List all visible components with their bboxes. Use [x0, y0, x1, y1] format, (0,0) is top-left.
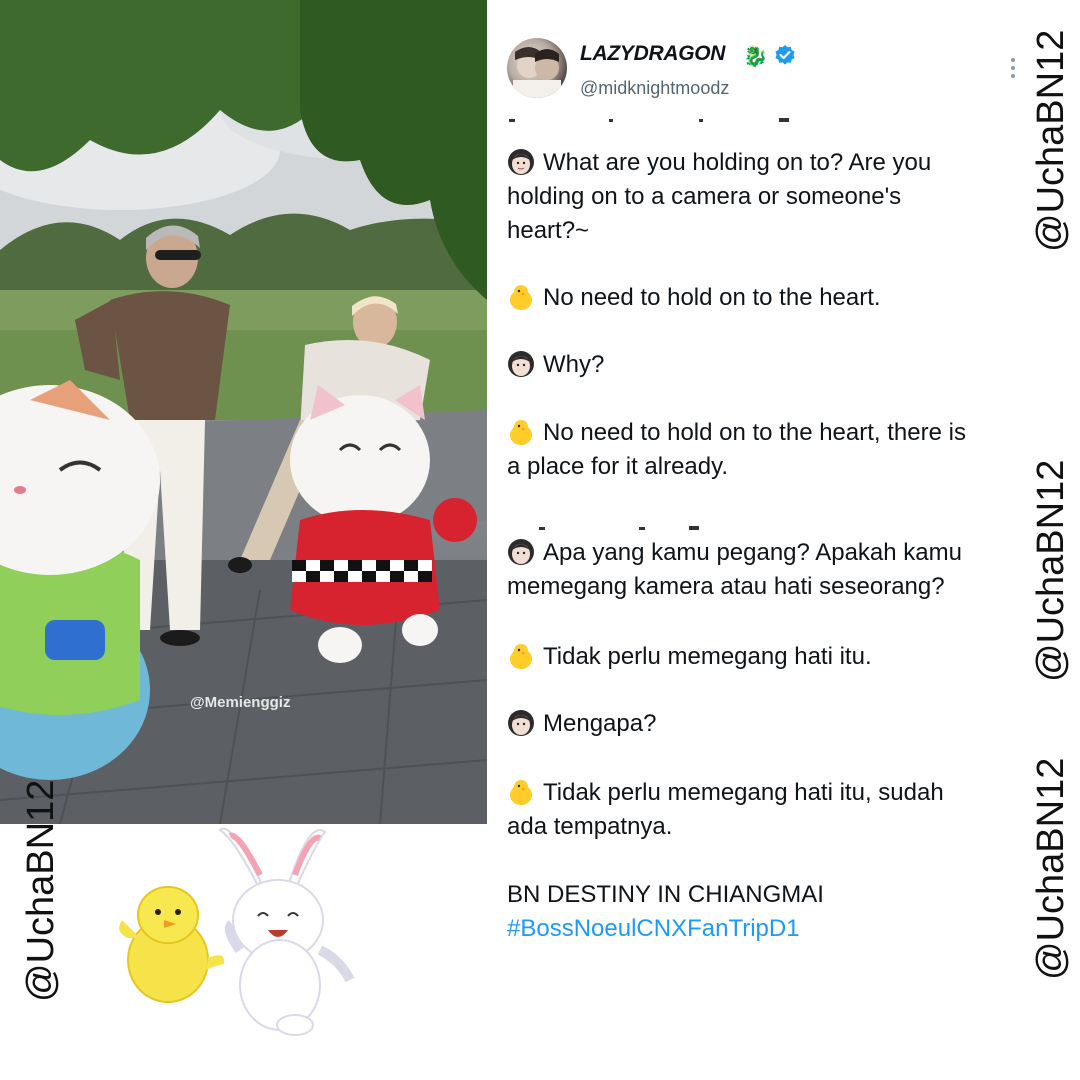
- cropped-text-remnant: [509, 118, 789, 122]
- photo-credit-watermark: @Memienggiz: [190, 694, 291, 711]
- woman-emoji-icon: [508, 539, 534, 565]
- chick-emoji-icon: [510, 780, 532, 805]
- tweet-text: Tidak perlu memegang hati itu.: [543, 643, 872, 670]
- woman-emoji-icon: [508, 149, 534, 175]
- tweet-line-1: What are you holding on to? Are you: [507, 146, 1067, 180]
- tweet-line-13: ada tempatnya.: [507, 810, 1067, 844]
- tweet-text: memegang kamera atau hati seseorang?: [507, 573, 945, 600]
- dragon-icon: 🐉: [743, 44, 768, 68]
- stickers: [119, 827, 355, 1036]
- tweet-line-14: BN DESTINY IN CHIANGMAI: [507, 878, 1067, 912]
- tweet-text: Mengapa?: [543, 710, 657, 737]
- tweet-line-2: holding on to a camera or someone's: [507, 180, 1067, 214]
- tweet-text: No need to hold on to the heart.: [543, 284, 881, 311]
- watermark: @UchaBN12: [1030, 459, 1072, 682]
- chick-emoji-icon: [510, 285, 532, 310]
- watermark: @UchaBN12: [20, 779, 62, 1002]
- bunny-sticker: [218, 827, 355, 1036]
- avatar[interactable]: [507, 38, 567, 98]
- chick-emoji-icon: [510, 644, 532, 669]
- display-name[interactable]: LAZYDRAGON: [580, 42, 725, 66]
- tweet-text: holding on to a camera or someone's: [507, 183, 902, 210]
- tweet-text: heart?~: [507, 217, 590, 244]
- tweet-line-9: memegang kamera atau hati seseorang?: [507, 570, 1067, 604]
- tweet-line-6: No need to hold on to the heart, there i…: [507, 416, 1067, 450]
- tweet-line-8: Apa yang kamu pegang? Apakah kamu: [507, 536, 1067, 570]
- tweet-line-7: a place for it already.: [507, 450, 1067, 484]
- tweet-photo[interactable]: @Memienggiz: [0, 0, 487, 824]
- chick-sticker: [119, 886, 225, 1003]
- hashtag-link[interactable]: #BossNoeulCNXFanTripD1: [507, 912, 1067, 946]
- cropped-text-remnant: [539, 526, 699, 530]
- tweet-text: BN DESTINY IN CHIANGMAI: [507, 881, 824, 908]
- tweet-text: ada tempatnya.: [507, 813, 673, 840]
- tweet-text: Tidak perlu memegang hati itu, sudah: [543, 779, 944, 806]
- tweet-card: LAZYDRAGON 🐉 @midknightmoodz What are yo…: [487, 0, 1080, 1080]
- watermark: @UchaBN12: [1030, 29, 1072, 252]
- watermark: @UchaBN12: [1030, 757, 1072, 980]
- woman-emoji-icon: [508, 351, 534, 377]
- tweet-text: What are you holding on to? Are you: [543, 149, 932, 176]
- more-options-icon[interactable]: [1005, 58, 1021, 82]
- tweet-line-11: Mengapa?: [507, 707, 1067, 741]
- user-handle[interactable]: @midknightmoodz: [580, 78, 729, 99]
- tweet-text: Why?: [543, 351, 605, 378]
- chick-emoji-icon: [510, 420, 532, 445]
- tweet-line-10: Tidak perlu memegang hati itu.: [507, 640, 1067, 674]
- tweet-text: Apa yang kamu pegang? Apakah kamu: [543, 539, 962, 566]
- tweet-line-4: No need to hold on to the heart.: [507, 281, 1067, 315]
- woman-emoji-icon: [508, 710, 534, 736]
- tweet-text: a place for it already.: [507, 453, 729, 480]
- verified-badge-icon: [775, 45, 795, 65]
- tweet-line-5: Why?: [507, 348, 1067, 382]
- tweet-line-12: Tidak perlu memegang hati itu, sudah: [507, 776, 1067, 810]
- tweet-line-3: heart?~: [507, 214, 1067, 248]
- tweet-text: No need to hold on to the heart, there i…: [543, 419, 966, 446]
